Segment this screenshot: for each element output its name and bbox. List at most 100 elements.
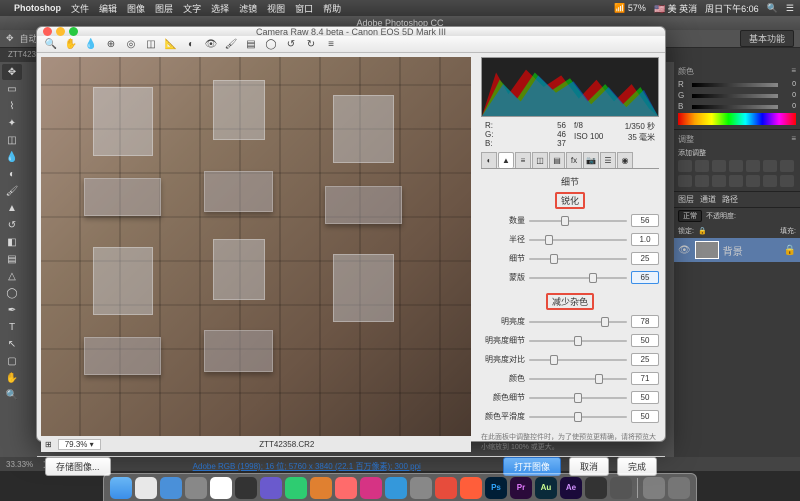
reminders-app[interactable]	[235, 477, 257, 499]
tab-fx[interactable]: fx	[566, 152, 582, 168]
photoshop-app[interactable]: Ps	[485, 477, 507, 499]
clock[interactable]: 周日下午6:06	[705, 2, 759, 15]
preview-nav-icon[interactable]: ⊞	[45, 440, 52, 449]
rotate-cw-icon[interactable]: ↻	[303, 36, 319, 52]
craw-titlebar[interactable]: Camera Raw 8.4 beta - Canon EOS 5D Mark …	[37, 27, 665, 36]
zoom-tool[interactable]: 🔍	[2, 387, 22, 403]
blur-tool[interactable]: △	[2, 268, 22, 284]
shape-tool[interactable]: ▢	[2, 353, 22, 369]
photos-app[interactable]	[335, 477, 357, 499]
eyedropper-tool[interactable]: 💧	[2, 149, 22, 165]
tab-snap[interactable]: ◉	[617, 152, 633, 168]
tab-split[interactable]: ◫	[532, 152, 548, 168]
trash[interactable]	[668, 477, 690, 499]
calendar-app[interactable]	[210, 477, 232, 499]
crop-icon[interactable]: ◫	[143, 36, 159, 52]
lum-detail-input[interactable]: 50	[631, 334, 659, 347]
adj-grad[interactable]	[780, 175, 794, 187]
blend-mode[interactable]: 正常	[678, 210, 702, 222]
luminance-slider[interactable]	[529, 316, 627, 328]
zoom-dropdown[interactable]: 79.3% ▾	[58, 439, 101, 450]
lum-detail-slider[interactable]	[529, 335, 627, 347]
eraser-tool[interactable]: ◧	[2, 234, 22, 250]
messages-app[interactable]	[260, 477, 282, 499]
target-icon[interactable]: ◎	[123, 36, 139, 52]
premiere-app[interactable]: Pr	[510, 477, 532, 499]
workspace-dropdown[interactable]: 基本功能	[740, 30, 794, 47]
amount-slider[interactable]	[529, 215, 627, 227]
amount-input[interactable]: 56	[631, 214, 659, 227]
menu-view[interactable]: 视图	[267, 2, 285, 15]
safari-app[interactable]	[135, 477, 157, 499]
ibooks-app[interactable]	[310, 477, 332, 499]
heal-tool[interactable]: ◐	[2, 166, 22, 182]
adj-mixer[interactable]	[695, 175, 709, 187]
itunes-app[interactable]	[360, 477, 382, 499]
adj-invert[interactable]	[729, 175, 743, 187]
adj-photo[interactable]	[678, 175, 692, 187]
pen-tool[interactable]: ✒	[2, 302, 22, 318]
spectrum-picker[interactable]	[678, 113, 796, 125]
layer-row[interactable]: 👁 背景 🔒	[674, 238, 800, 262]
spotlight-icon[interactable]: 🔍	[767, 3, 778, 14]
save-image-button[interactable]: 存储图像...	[45, 457, 111, 476]
appstore-app[interactable]	[385, 477, 407, 499]
workflow-link[interactable]: Adobe RGB (1998); 16 位; 5760 x 3840 (22.…	[119, 461, 495, 472]
adj-bw[interactable]	[780, 160, 794, 172]
facetime-app[interactable]	[285, 477, 307, 499]
adj-exposure[interactable]	[729, 160, 743, 172]
mail-app[interactable]	[160, 477, 182, 499]
adj-lut[interactable]	[712, 175, 726, 187]
lum-contrast-input[interactable]: 25	[631, 353, 659, 366]
tab-paths[interactable]: 路径	[722, 194, 738, 205]
adj-curves[interactable]	[712, 160, 726, 172]
masking-slider[interactable]	[529, 272, 627, 284]
tab-layers[interactable]: 图层	[678, 194, 694, 205]
color-nr-slider[interactable]	[529, 373, 627, 385]
menu-filter[interactable]: 滤镜	[239, 2, 257, 15]
finder-app[interactable]	[110, 477, 132, 499]
zoom-tool-icon[interactable]: 🔍	[43, 36, 59, 52]
detail-input[interactable]: 25	[631, 252, 659, 265]
masking-input[interactable]: 65	[631, 271, 659, 284]
stamp-tool[interactable]: ▲	[2, 200, 22, 216]
wand-tool[interactable]: ✦	[2, 115, 22, 131]
radial-icon[interactable]: ◯	[263, 36, 279, 52]
color-nr-input[interactable]: 71	[631, 372, 659, 385]
color-smooth-slider[interactable]	[529, 411, 627, 423]
zoom-readout[interactable]: 33.33%	[6, 460, 33, 469]
tab-basic[interactable]: ◐	[481, 152, 497, 168]
crop-tool[interactable]: ◫	[2, 132, 22, 148]
downloads-stack[interactable]	[643, 477, 665, 499]
menu-window[interactable]: 窗口	[295, 2, 313, 15]
rotate-ccw-icon[interactable]: ↺	[283, 36, 299, 52]
preview-image[interactable]	[41, 57, 471, 436]
adj-hue[interactable]	[763, 160, 777, 172]
brush-tool[interactable]: 🖌	[2, 183, 22, 199]
path-tool[interactable]: ↖	[2, 336, 22, 352]
marquee-tool[interactable]: ▭	[2, 81, 22, 97]
prefs-icon[interactable]: ≡	[323, 36, 339, 52]
dodge-tool[interactable]: ◯	[2, 285, 22, 301]
redeye-icon[interactable]: 👁	[203, 36, 219, 52]
tab-lens[interactable]: ▤	[549, 152, 565, 168]
radius-input[interactable]: 1.0	[631, 233, 659, 246]
color-detail-slider[interactable]	[529, 392, 627, 404]
menu-image[interactable]: 图像	[127, 2, 145, 15]
type-tool[interactable]: T	[2, 319, 22, 335]
menu-help[interactable]: 帮助	[323, 2, 341, 15]
tab-channels[interactable]: 通道	[700, 194, 716, 205]
terminal-app[interactable]	[585, 477, 607, 499]
hand-tool-icon[interactable]: ✋	[63, 36, 79, 52]
wifi-icon[interactable]: 📶 57%	[614, 3, 646, 14]
bridge-app[interactable]	[460, 477, 482, 499]
history-brush-tool[interactable]: ↺	[2, 217, 22, 233]
menu-type[interactable]: 文字	[183, 2, 201, 15]
other-app[interactable]	[610, 477, 632, 499]
input-flag[interactable]: 🇺🇸 美 英消	[654, 2, 697, 15]
straighten-icon[interactable]: 📐	[163, 36, 179, 52]
adj-thresh[interactable]	[763, 175, 777, 187]
visibility-icon[interactable]: 👁	[678, 245, 691, 256]
move-tool[interactable]: ✥	[2, 64, 22, 80]
tab-hsl[interactable]: ≡	[515, 152, 531, 168]
